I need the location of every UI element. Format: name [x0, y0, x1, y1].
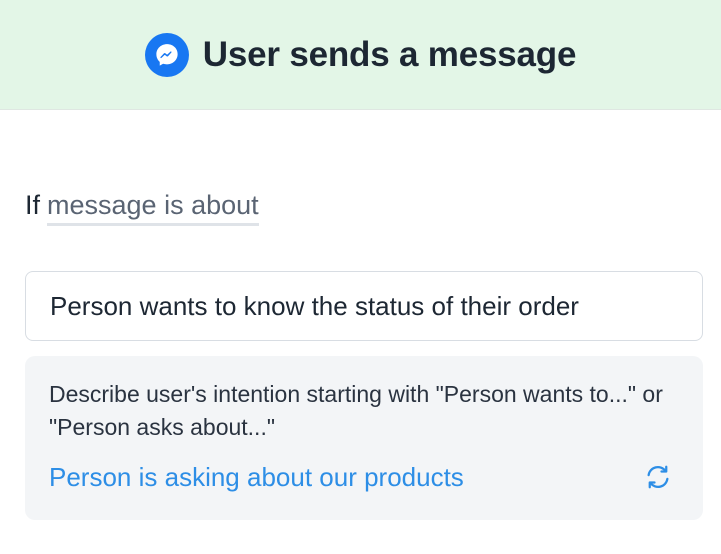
- if-label: If: [25, 190, 41, 220]
- trigger-title: User sends a message: [202, 34, 577, 74]
- messenger-bolt-glyph: [156, 43, 178, 66]
- hint-box: Describe user's intention starting with …: [25, 356, 703, 520]
- condition-field-selector[interactable]: message is about: [47, 190, 259, 226]
- hint-text: Describe user's intention starting with …: [49, 381, 663, 440]
- messenger-icon: [144, 32, 189, 77]
- trigger-header-content: User sends a message: [144, 32, 577, 77]
- refresh-icon[interactable]: [641, 460, 675, 494]
- suggestion-link[interactable]: Person is asking about our products: [49, 462, 464, 493]
- suggestion-row: Person is asking about our products: [49, 460, 679, 494]
- trigger-header: User sends a message: [0, 0, 721, 110]
- intent-input[interactable]: [25, 271, 703, 341]
- condition-row: If message is about: [25, 190, 259, 226]
